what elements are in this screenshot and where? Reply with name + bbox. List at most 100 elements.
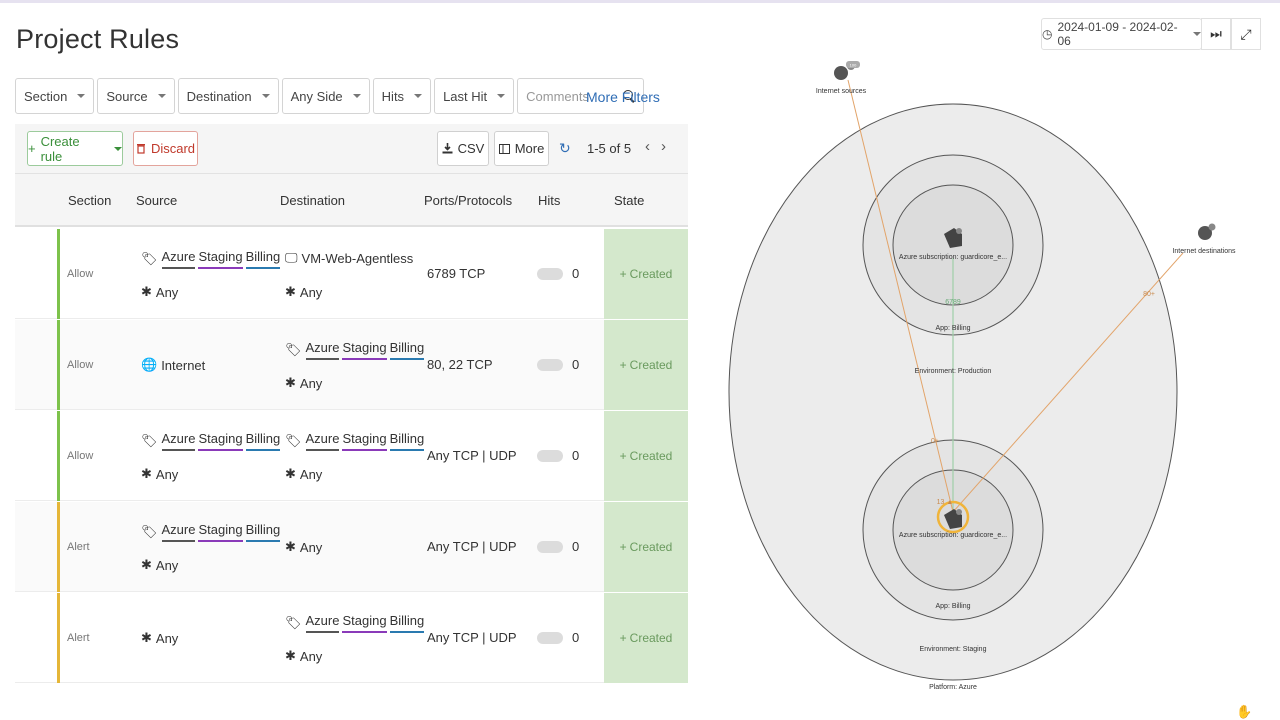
hits-toggle[interactable]	[537, 632, 563, 644]
label-billing[interactable]: Billing	[245, 522, 281, 542]
column-header-state[interactable]: State	[614, 193, 644, 208]
label-billing[interactable]: Billing	[245, 249, 281, 269]
filter-any-side[interactable]: Any Side	[281, 78, 370, 114]
gear-icon: ✱	[285, 648, 296, 663]
label-staging[interactable]: Staging	[342, 431, 387, 451]
more-filters-link[interactable]: More Filters	[586, 89, 660, 105]
label-staging[interactable]: Staging	[198, 522, 243, 542]
create-rule-button[interactable]: + Create rule	[27, 131, 123, 166]
table-row[interactable]: Alert 🏷 Azure Staging Billing ✱ Any ✱ Any An…	[15, 502, 688, 592]
source-internet: 🌐 Internet	[141, 357, 205, 373]
filter-destination[interactable]: Destination	[177, 78, 279, 114]
chevron-right-icon[interactable]: ›	[661, 138, 666, 155]
section-label: Allow	[67, 268, 94, 280]
column-header-section[interactable]: Section	[68, 193, 111, 208]
pan-hand-icon[interactable]: ✋	[1236, 704, 1252, 720]
label-azure[interactable]: Azure	[305, 431, 340, 451]
source-any: ✱ Any	[141, 557, 178, 573]
create-rule-label: Create rule	[40, 133, 80, 164]
internet-label: Internet	[161, 357, 206, 373]
label-azure[interactable]: Azure	[161, 522, 196, 542]
state-label: Created	[629, 449, 673, 463]
section-label: Alert	[67, 632, 90, 644]
label-billing[interactable]: Billing	[389, 613, 425, 633]
column-header-ports[interactable]: Ports/Protocols	[424, 193, 512, 208]
label-staging[interactable]: Staging	[342, 613, 387, 633]
filter-label: Hits	[381, 88, 405, 104]
discard-label: Discard	[150, 141, 196, 156]
hits-toggle[interactable]	[537, 359, 563, 371]
expand-button[interactable]: ⤢	[1231, 18, 1261, 50]
csv-label: CSV	[457, 141, 485, 156]
caret-down-icon	[77, 94, 86, 98]
any-label: Any	[155, 630, 179, 646]
column-header-hits[interactable]: Hits	[538, 193, 560, 208]
column-header-source[interactable]: Source	[136, 193, 177, 208]
filter-label: Section	[24, 88, 68, 104]
edge-label-0: 0+	[931, 438, 939, 445]
tag-icon: 🏷	[285, 342, 302, 357]
any-label: Any	[299, 284, 323, 300]
more-columns-button[interactable]: More	[494, 131, 549, 166]
globe-icon[interactable]	[1198, 223, 1216, 241]
tag-icon: 🏷	[141, 433, 158, 448]
caret-down-icon[interactable]	[114, 146, 122, 151]
discard-button[interactable]: Discard	[133, 131, 198, 166]
filter-last-hit[interactable]: Last Hit	[434, 78, 515, 114]
ports-protocols: Any TCP | UDP	[427, 448, 517, 463]
skip-forward-button[interactable]: ⏭	[1201, 18, 1231, 50]
table-row[interactable]: Allow 🏷 Azure Staging Billing ✱ Any 🖵 VM-Web…	[15, 229, 688, 319]
more-label: More	[514, 141, 545, 156]
date-range-picker[interactable]: ◷ 2024-01-09 - 2024-02-06	[1041, 18, 1202, 50]
section-color-bar	[57, 593, 60, 683]
source-labels: 🏷 Azure Staging Billing	[141, 249, 281, 269]
filter-source[interactable]: Source	[97, 78, 175, 114]
filter-hits[interactable]: Hits	[372, 78, 432, 114]
label-staging[interactable]: Staging	[342, 340, 387, 360]
top-accent-line	[0, 0, 1280, 3]
csv-export-button[interactable]: CSV	[437, 131, 489, 166]
label-azure[interactable]: Azure	[305, 613, 340, 633]
label-azure[interactable]: Azure	[161, 249, 196, 269]
hits-toggle[interactable]	[537, 450, 563, 462]
tag-icon: 🏷	[141, 524, 158, 539]
refresh-icon[interactable]: ↻	[559, 140, 571, 157]
column-header-destination[interactable]: Destination	[280, 193, 345, 208]
tag-icon: 🏷	[141, 251, 158, 266]
label-staging[interactable]: Staging	[198, 431, 243, 451]
chevron-left-icon[interactable]: ‹	[645, 138, 650, 155]
filter-section[interactable]: Section	[15, 78, 95, 114]
hits-count: 0	[572, 539, 580, 554]
label-billing[interactable]: Billing	[245, 431, 281, 451]
asterisk-icon: ✱	[141, 630, 152, 645]
label-billing[interactable]: Billing	[389, 431, 425, 451]
hits-toggle[interactable]	[537, 268, 563, 280]
table-row[interactable]: Alert ✱ Any 🏷 Azure Staging Billing ✱ Any An…	[15, 593, 688, 683]
globe-icon[interactable]: 100	[834, 61, 860, 80]
label-staging[interactable]: Staging	[198, 249, 243, 269]
source-any: ✱ Any	[141, 630, 178, 646]
state-badge: + Created	[604, 502, 688, 592]
caret-down-icon	[261, 94, 270, 98]
skip-forward-icon: ⏭	[1210, 26, 1222, 41]
edge-label-80: 80+	[1143, 291, 1155, 298]
reveal-map[interactable]: 6789 80+ 0+ 13 ▲ 100 Internet sources In…	[700, 55, 1260, 695]
label-azure[interactable]: Azure	[161, 431, 196, 451]
clock-icon: ◷	[1042, 27, 1053, 41]
destination-any: ✱ Any	[285, 466, 322, 482]
label-billing[interactable]: Billing	[389, 340, 425, 360]
asset-label[interactable]: VM-Web-Agentless	[302, 251, 414, 266]
destination-any: ✱ Any	[285, 648, 322, 664]
filter-label: Any Side	[290, 88, 343, 104]
table-row[interactable]: Allow 🌐 Internet 🏷 Azure Staging Billing ✱ A…	[15, 320, 688, 410]
globe-icon: 🌐	[141, 357, 158, 372]
comments-placeholder: Comments	[526, 88, 589, 104]
label-azure[interactable]: Azure	[305, 340, 340, 360]
table-row[interactable]: Allow 🏷 Azure Staging Billing ✱ Any 🏷 Azure…	[15, 411, 688, 501]
page-title: Project Rules	[16, 24, 180, 54]
section-label: Allow	[67, 450, 94, 462]
source-any: ✱ Any	[141, 466, 178, 482]
destination-any: ✱ Any	[285, 539, 322, 555]
hits-toggle[interactable]	[537, 541, 563, 553]
plus-icon: +	[619, 631, 627, 645]
